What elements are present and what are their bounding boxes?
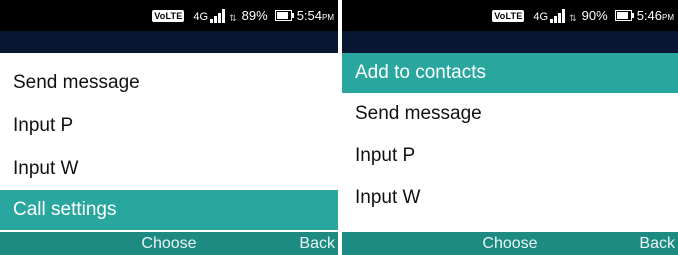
menu-item-input-p[interactable]: Input P: [0, 106, 338, 146]
back-softkey[interactable]: Back: [639, 232, 675, 255]
phone-screen-left: VoLTE 4G ⇅ 89% 5:54PM Send message Input…: [0, 0, 338, 255]
menu-item-input-w[interactable]: Input W: [342, 178, 678, 218]
clock-time: 5:54: [296, 8, 322, 23]
clock-time: 5:46: [636, 8, 662, 23]
choose-softkey[interactable]: Choose: [141, 232, 196, 255]
signal-icon: 4G ⇅: [193, 8, 237, 23]
menu-item-send-message[interactable]: Send message: [342, 94, 678, 134]
title-bar: [342, 31, 678, 53]
network-type: 4G: [533, 10, 549, 23]
battery-icon: [274, 10, 294, 21]
status-bar: VoLTE 4G ⇅ 90% 5:46PM: [342, 0, 678, 31]
title-bar: [0, 31, 338, 53]
clock: 5:54PM: [297, 8, 334, 23]
data-arrows-icon: ⇅: [569, 12, 577, 23]
softkey-bar: Choose Back: [0, 232, 338, 255]
menu-item-call-settings[interactable]: Call settings: [0, 190, 338, 230]
data-arrows-icon: ⇅: [229, 12, 237, 23]
phone-screen-right: VoLTE 4G ⇅ 90% 5:46PM Add to contacts Se…: [342, 0, 678, 255]
signal-icon: 4G ⇅: [533, 8, 577, 23]
volte-badge: VoLTE: [492, 9, 525, 22]
volte-badge: VoLTE: [152, 9, 185, 22]
back-softkey[interactable]: Back: [299, 232, 335, 255]
menu-item-add-to-contacts[interactable]: Add to contacts: [342, 53, 678, 93]
clock: 5:46PM: [637, 8, 674, 23]
choose-softkey[interactable]: Choose: [482, 232, 537, 255]
battery-percent: 89%: [241, 8, 268, 23]
menu-item-input-p[interactable]: Input P: [342, 136, 678, 176]
status-bar: VoLTE 4G ⇅ 89% 5:54PM: [0, 0, 338, 31]
battery-icon: [614, 10, 634, 21]
menu-item-send-message[interactable]: Send message: [0, 63, 338, 103]
network-type: 4G: [193, 10, 209, 23]
battery-percent: 90%: [581, 8, 608, 23]
clock-ampm: PM: [662, 13, 674, 22]
clock-ampm: PM: [322, 13, 334, 22]
softkey-bar: Choose Back: [342, 232, 678, 255]
menu-item-input-w[interactable]: Input W: [0, 149, 338, 189]
